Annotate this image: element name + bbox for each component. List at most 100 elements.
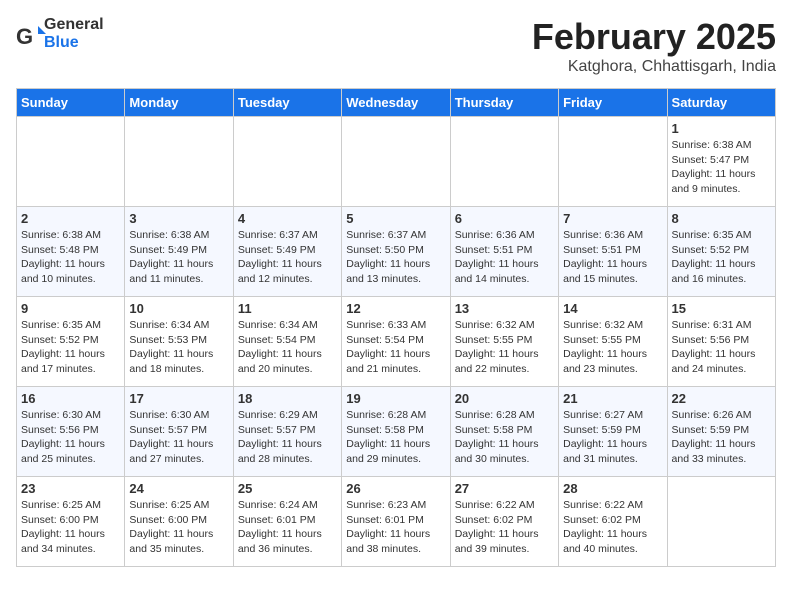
- day-number: 25: [238, 481, 337, 496]
- cell-text: Sunrise: 6:31 AM Sunset: 5:56 PM Dayligh…: [672, 318, 771, 377]
- weekday-header-thursday: Thursday: [450, 89, 558, 117]
- day-number: 1: [672, 121, 771, 136]
- logo-general: General: [44, 16, 104, 33]
- calendar-cell: [450, 117, 558, 207]
- day-number: 18: [238, 391, 337, 406]
- calendar-title: February 2025: [532, 16, 776, 58]
- day-number: 14: [563, 301, 662, 316]
- calendar-cell: 12 Sunrise: 6:33 AM Sunset: 5:54 PM Dayli…: [342, 297, 450, 387]
- day-number: 9: [21, 301, 120, 316]
- logo: G General Blue: [16, 16, 104, 51]
- weekday-header-row: SundayMondayTuesdayWednesdayThursdayFrid…: [17, 89, 776, 117]
- cell-text: Sunrise: 6:30 AM Sunset: 5:57 PM Dayligh…: [129, 408, 228, 467]
- day-number: 24: [129, 481, 228, 496]
- cell-text: Sunrise: 6:38 AM Sunset: 5:49 PM Dayligh…: [129, 228, 228, 287]
- calendar-cell: [233, 117, 341, 207]
- day-number: 28: [563, 481, 662, 496]
- cell-text: Sunrise: 6:34 AM Sunset: 5:53 PM Dayligh…: [129, 318, 228, 377]
- cell-text: Sunrise: 6:32 AM Sunset: 5:55 PM Dayligh…: [455, 318, 554, 377]
- calendar-cell: 14 Sunrise: 6:32 AM Sunset: 5:55 PM Dayli…: [559, 297, 667, 387]
- day-number: 17: [129, 391, 228, 406]
- cell-text: Sunrise: 6:29 AM Sunset: 5:57 PM Dayligh…: [238, 408, 337, 467]
- week-row-4: 16 Sunrise: 6:30 AM Sunset: 5:56 PM Dayli…: [17, 387, 776, 477]
- cell-text: Sunrise: 6:27 AM Sunset: 5:59 PM Dayligh…: [563, 408, 662, 467]
- calendar-cell: 11 Sunrise: 6:34 AM Sunset: 5:54 PM Dayli…: [233, 297, 341, 387]
- day-number: 6: [455, 211, 554, 226]
- day-number: 4: [238, 211, 337, 226]
- calendar-cell: 10 Sunrise: 6:34 AM Sunset: 5:53 PM Dayli…: [125, 297, 233, 387]
- day-number: 10: [129, 301, 228, 316]
- cell-text: Sunrise: 6:36 AM Sunset: 5:51 PM Dayligh…: [455, 228, 554, 287]
- day-number: 3: [129, 211, 228, 226]
- weekday-header-sunday: Sunday: [17, 89, 125, 117]
- day-number: 26: [346, 481, 445, 496]
- day-number: 20: [455, 391, 554, 406]
- day-number: 2: [21, 211, 120, 226]
- cell-text: Sunrise: 6:36 AM Sunset: 5:51 PM Dayligh…: [563, 228, 662, 287]
- cell-text: Sunrise: 6:30 AM Sunset: 5:56 PM Dayligh…: [21, 408, 120, 467]
- calendar-cell: [17, 117, 125, 207]
- day-number: 19: [346, 391, 445, 406]
- cell-text: Sunrise: 6:26 AM Sunset: 5:59 PM Dayligh…: [672, 408, 771, 467]
- weekday-header-friday: Friday: [559, 89, 667, 117]
- calendar-cell: [342, 117, 450, 207]
- cell-text: Sunrise: 6:35 AM Sunset: 5:52 PM Dayligh…: [21, 318, 120, 377]
- week-row-1: 1Sunrise: 6:38 AM Sunset: 5:47 PM Daylig…: [17, 117, 776, 207]
- day-number: 23: [21, 481, 120, 496]
- day-number: 12: [346, 301, 445, 316]
- calendar-cell: 2Sunrise: 6:38 AM Sunset: 5:48 PM Daylig…: [17, 207, 125, 297]
- cell-text: Sunrise: 6:33 AM Sunset: 5:54 PM Dayligh…: [346, 318, 445, 377]
- day-number: 7: [563, 211, 662, 226]
- calendar-cell: 25 Sunrise: 6:24 AM Sunset: 6:01 PM Dayli…: [233, 477, 341, 567]
- calendar-cell: 3 Sunrise: 6:38 AM Sunset: 5:49 PM Daylig…: [125, 207, 233, 297]
- calendar-cell: 20 Sunrise: 6:28 AM Sunset: 5:58 PM Dayli…: [450, 387, 558, 477]
- cell-text: Sunrise: 6:24 AM Sunset: 6:01 PM Dayligh…: [238, 498, 337, 557]
- calendar-cell: 19 Sunrise: 6:28 AM Sunset: 5:58 PM Dayli…: [342, 387, 450, 477]
- calendar-cell: 6 Sunrise: 6:36 AM Sunset: 5:51 PM Daylig…: [450, 207, 558, 297]
- cell-text: Sunrise: 6:34 AM Sunset: 5:54 PM Dayligh…: [238, 318, 337, 377]
- calendar-cell: 15 Sunrise: 6:31 AM Sunset: 5:56 PM Dayli…: [667, 297, 775, 387]
- weekday-header-saturday: Saturday: [667, 89, 775, 117]
- calendar-cell: 5Sunrise: 6:37 AM Sunset: 5:50 PM Daylig…: [342, 207, 450, 297]
- weekday-header-monday: Monday: [125, 89, 233, 117]
- weekday-header-tuesday: Tuesday: [233, 89, 341, 117]
- calendar-cell: 1Sunrise: 6:38 AM Sunset: 5:47 PM Daylig…: [667, 117, 775, 207]
- logo-text: General Blue: [44, 16, 104, 51]
- day-number: 8: [672, 211, 771, 226]
- week-row-3: 9 Sunrise: 6:35 AM Sunset: 5:52 PM Daylig…: [17, 297, 776, 387]
- calendar-cell: 26 Sunrise: 6:23 AM Sunset: 6:01 PM Dayli…: [342, 477, 450, 567]
- calendar-cell: 22 Sunrise: 6:26 AM Sunset: 5:59 PM Dayli…: [667, 387, 775, 477]
- calendar-cell: 24 Sunrise: 6:25 AM Sunset: 6:00 PM Dayli…: [125, 477, 233, 567]
- cell-text: Sunrise: 6:25 AM Sunset: 6:00 PM Dayligh…: [129, 498, 228, 557]
- calendar-cell: 13 Sunrise: 6:32 AM Sunset: 5:55 PM Dayli…: [450, 297, 558, 387]
- week-row-2: 2Sunrise: 6:38 AM Sunset: 5:48 PM Daylig…: [17, 207, 776, 297]
- calendar-cell: 23 Sunrise: 6:25 AM Sunset: 6:00 PM Dayli…: [17, 477, 125, 567]
- day-number: 16: [21, 391, 120, 406]
- cell-text: Sunrise: 6:28 AM Sunset: 5:58 PM Dayligh…: [455, 408, 554, 467]
- logo-icon: G: [16, 22, 40, 46]
- calendar-cell: 4Sunrise: 6:37 AM Sunset: 5:49 PM Daylig…: [233, 207, 341, 297]
- logo-blue: Blue: [44, 34, 79, 51]
- day-number: 11: [238, 301, 337, 316]
- cell-text: Sunrise: 6:22 AM Sunset: 6:02 PM Dayligh…: [455, 498, 554, 557]
- day-number: 27: [455, 481, 554, 496]
- cell-text: Sunrise: 6:32 AM Sunset: 5:55 PM Dayligh…: [563, 318, 662, 377]
- cell-text: Sunrise: 6:37 AM Sunset: 5:50 PM Dayligh…: [346, 228, 445, 287]
- cell-text: Sunrise: 6:22 AM Sunset: 6:02 PM Dayligh…: [563, 498, 662, 557]
- day-number: 21: [563, 391, 662, 406]
- day-number: 15: [672, 301, 771, 316]
- calendar-subtitle: Katghora, Chhattisgarh, India: [532, 58, 776, 76]
- week-row-5: 23 Sunrise: 6:25 AM Sunset: 6:00 PM Dayli…: [17, 477, 776, 567]
- cell-text: Sunrise: 6:28 AM Sunset: 5:58 PM Dayligh…: [346, 408, 445, 467]
- calendar-cell: 17 Sunrise: 6:30 AM Sunset: 5:57 PM Dayli…: [125, 387, 233, 477]
- calendar-cell: 27 Sunrise: 6:22 AM Sunset: 6:02 PM Dayli…: [450, 477, 558, 567]
- weekday-header-wednesday: Wednesday: [342, 89, 450, 117]
- day-number: 13: [455, 301, 554, 316]
- calendar-cell: 28 Sunrise: 6:22 AM Sunset: 6:02 PM Dayli…: [559, 477, 667, 567]
- cell-text: Sunrise: 6:25 AM Sunset: 6:00 PM Dayligh…: [21, 498, 120, 557]
- cell-text: Sunrise: 6:23 AM Sunset: 6:01 PM Dayligh…: [346, 498, 445, 557]
- calendar-cell: 21 Sunrise: 6:27 AM Sunset: 5:59 PM Dayli…: [559, 387, 667, 477]
- calendar-cell: [125, 117, 233, 207]
- cell-text: Sunrise: 6:35 AM Sunset: 5:52 PM Dayligh…: [672, 228, 771, 287]
- day-number: 22: [672, 391, 771, 406]
